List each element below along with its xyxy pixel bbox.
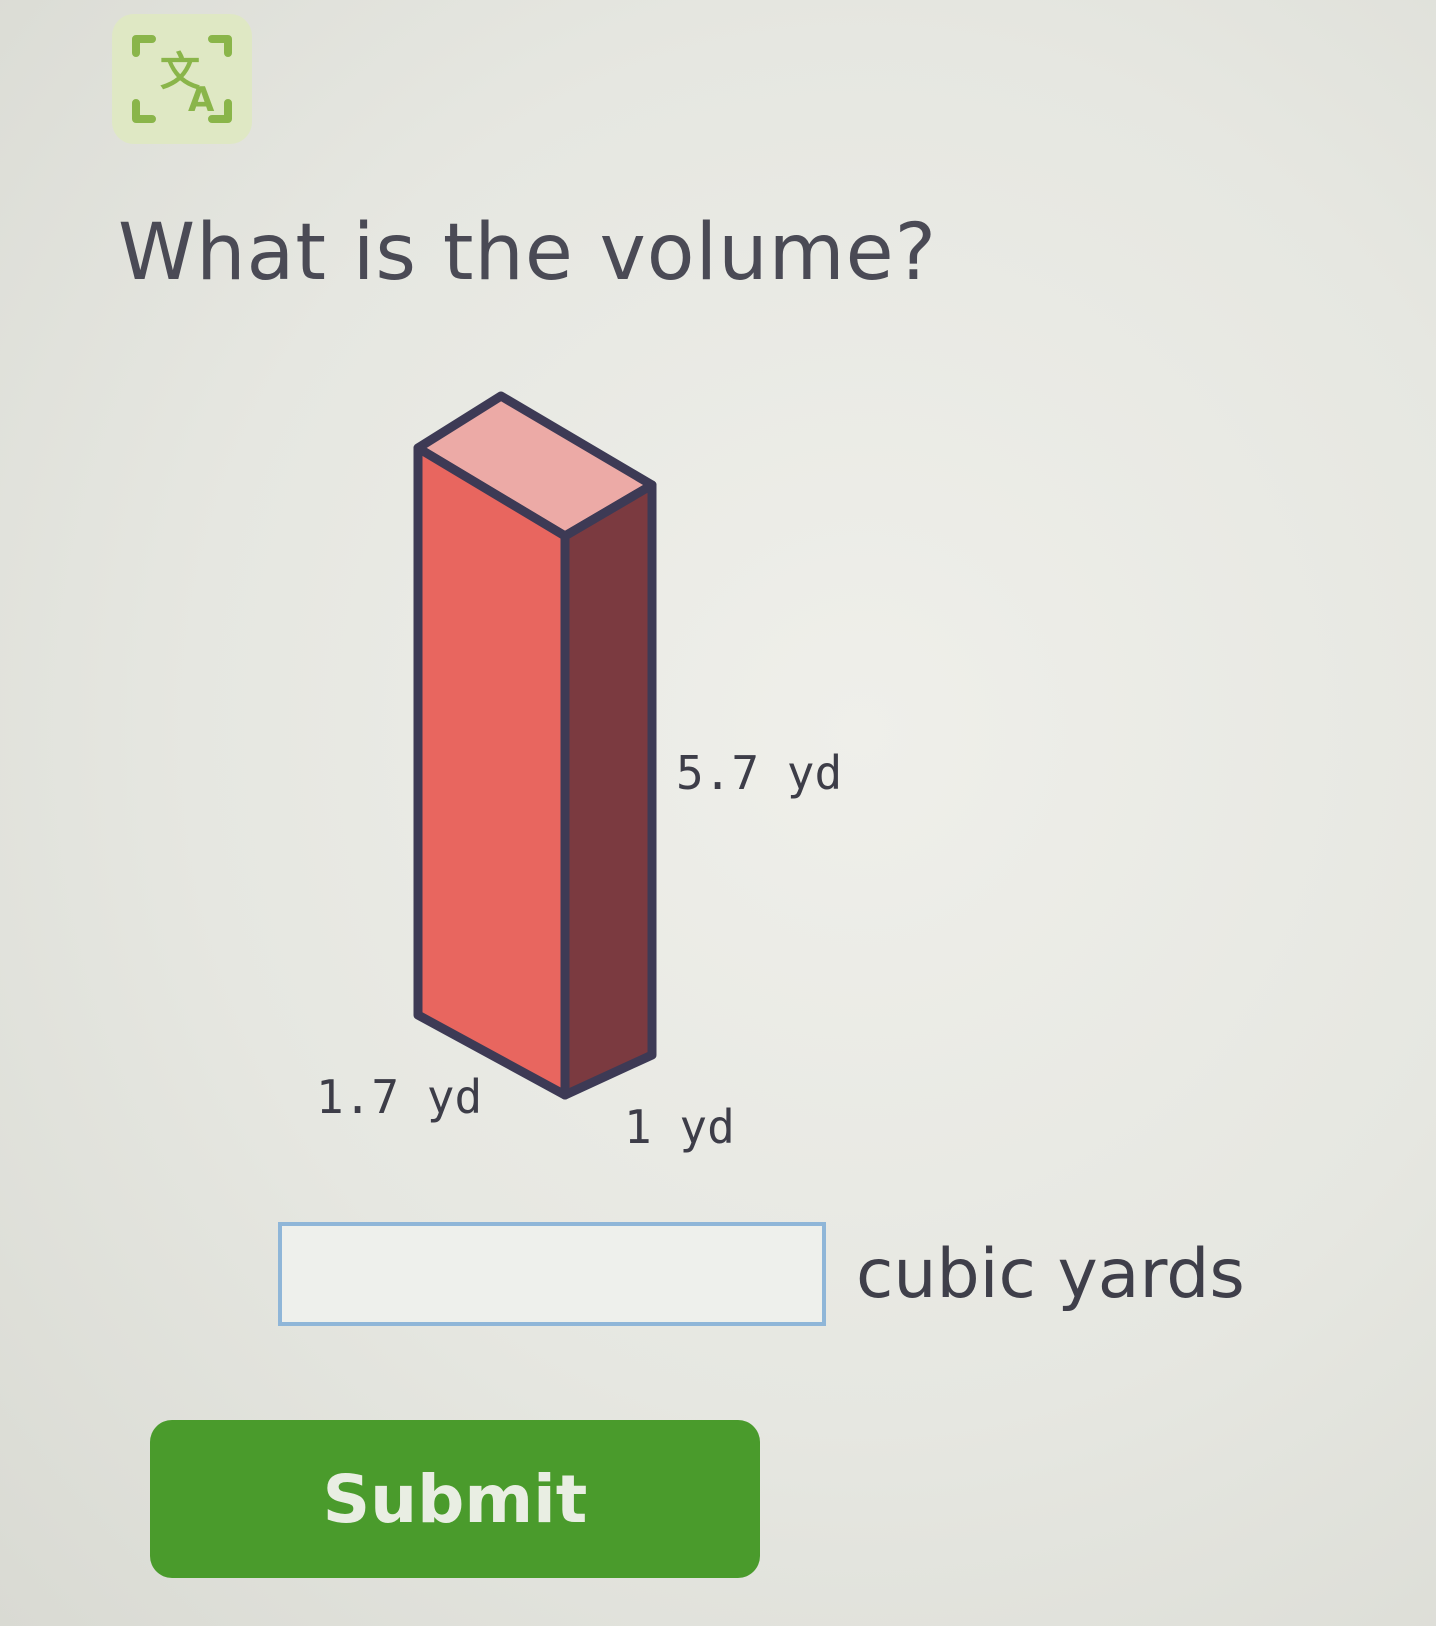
answer-row: cubic yards: [278, 1222, 1245, 1326]
submit-button[interactable]: Submit: [150, 1420, 760, 1578]
answer-input[interactable]: [278, 1222, 826, 1326]
height-label: 5.7 yd: [676, 746, 843, 800]
prism-side-face: [560, 480, 657, 1100]
prism-front-face: [413, 443, 570, 1100]
width-label: 1 yd: [624, 1100, 735, 1154]
length-label: 1.7 yd: [316, 1070, 483, 1124]
unit-label: cubic yards: [856, 1234, 1245, 1314]
practice-page: 文 A What is the volume? 5.7 yd 1.7 yd 1 …: [0, 0, 1436, 1626]
prism-figure: [413, 391, 657, 1100]
